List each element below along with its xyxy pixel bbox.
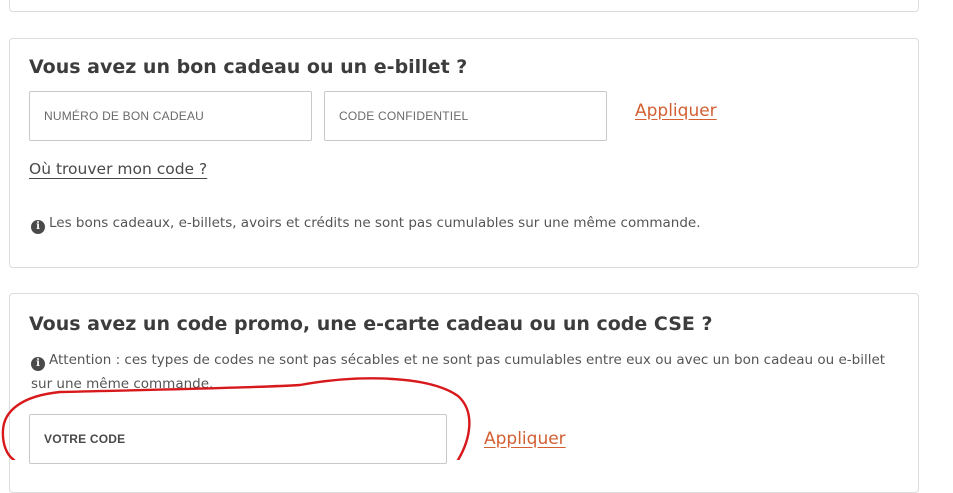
where-to-find-code-link[interactable]: Où trouver mon code ? [29,160,207,178]
gift-voucher-title: Vous avez un bon cadeau ou un e-billet ? [29,56,468,78]
gift-info-note: i Les bons cadeaux, e-billets, avoirs et … [31,211,701,235]
promo-info-note: i Attention : ces types de codes ne sont … [31,348,901,396]
promo-code-section: Vous avez un code promo, une e-carte cad… [9,293,919,493]
previous-section-card [9,0,919,12]
gift-voucher-section: Vous avez un bon cadeau ou un e-billet ?… [9,38,919,268]
info-icon: i [31,357,45,371]
voucher-number-input[interactable] [29,91,312,141]
apply-voucher-link[interactable]: Appliquer [635,101,717,121]
promo-code-title: Vous avez un code promo, une e-carte cad… [29,313,713,335]
info-icon: i [31,220,45,234]
promo-info-text: Attention : ces types de codes ne sont p… [31,352,886,392]
apply-promo-link[interactable]: Appliquer [484,429,566,449]
promo-code-input[interactable] [29,414,447,464]
gift-info-text: Les bons cadeaux, e-billets, avoirs et c… [49,215,701,231]
confidential-code-input[interactable] [324,91,607,141]
